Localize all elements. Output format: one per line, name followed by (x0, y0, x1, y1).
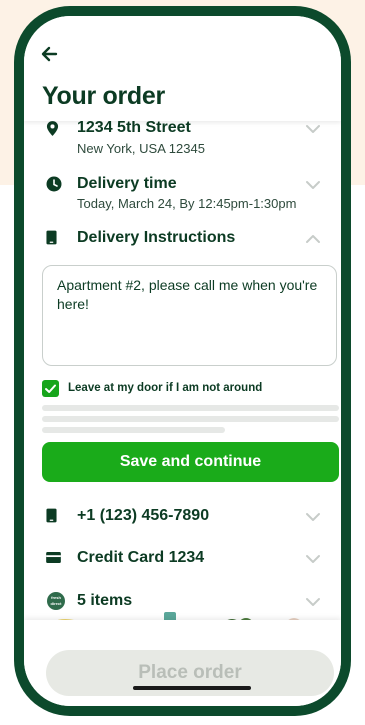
phone-frame: Your order 1234 5th Street New York, USA… (14, 6, 351, 716)
home-indicator (133, 686, 251, 690)
checkout-footer: Place order (24, 620, 341, 706)
mobile-device-icon (46, 508, 57, 523)
delivery-time-value: Today, March 24, By 12:45pm-1:30pm (77, 196, 297, 211)
app-screen: Your order 1234 5th Street New York, USA… (24, 16, 341, 706)
fresh-direct-logo-icon: fresh direct (47, 592, 65, 610)
chevron-down-icon[interactable] (305, 180, 321, 190)
logo-word-direct: direct (50, 601, 62, 606)
save-and-continue-button[interactable]: Save and continue (42, 442, 339, 482)
chevron-down-icon[interactable] (305, 124, 321, 134)
page-title: Your order (42, 82, 165, 110)
payment-row[interactable]: Credit Card 1234 (24, 547, 341, 571)
delivery-time-label: Delivery time (77, 175, 177, 192)
phone-number: +1 (123) 456-7890 (77, 507, 210, 524)
chevron-down-icon[interactable] (305, 597, 321, 607)
credit-card-icon (46, 552, 61, 563)
delivery-instructions-row[interactable]: Delivery Instructions (24, 228, 341, 252)
address-line1: 1234 5th Street (77, 119, 191, 136)
delivery-instructions-label: Delivery Instructions (77, 229, 236, 246)
payment-method: Credit Card 1234 (77, 549, 205, 566)
checkmark-icon (45, 384, 56, 393)
logo-word-fresh: fresh (51, 595, 61, 600)
delivery-time-row[interactable]: Delivery time Today, March 24, By 12:45p… (24, 174, 341, 216)
address-line2: New York, USA 12345 (77, 141, 205, 156)
leave-at-door-label: Leave at my door if I am not around (68, 382, 263, 394)
chevron-down-icon[interactable] (305, 554, 321, 564)
placeholder-line (42, 416, 339, 422)
phone-row[interactable]: +1 (123) 456-7890 (24, 505, 341, 529)
clock-icon (46, 176, 62, 192)
location-pin-icon (46, 121, 59, 136)
items-row[interactable]: fresh direct 5 items (24, 590, 341, 614)
leave-at-door-option[interactable]: Leave at my door if I am not around (42, 380, 332, 398)
mobile-device-icon (46, 230, 57, 245)
placeholder-line (42, 405, 339, 411)
address-row[interactable]: 1234 5th Street New York, USA 12345 (24, 114, 341, 162)
items-count: 5 items (77, 592, 133, 609)
leave-at-door-checkbox[interactable] (42, 380, 59, 397)
chevron-up-icon[interactable] (305, 234, 321, 244)
arrow-left-icon[interactable] (40, 44, 60, 64)
placeholder-line (42, 427, 225, 433)
page-header: Your order (24, 16, 341, 121)
chevron-down-icon[interactable] (305, 512, 321, 522)
delivery-instructions-input[interactable]: Apartment #2, please call me when you're… (42, 265, 337, 366)
